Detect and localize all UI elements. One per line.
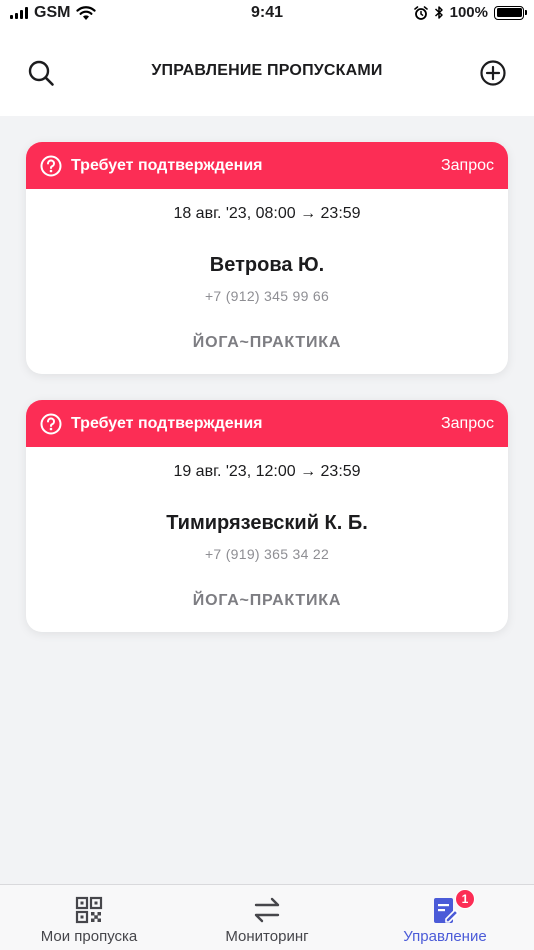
plus-circle-icon xyxy=(480,60,506,86)
person-name: Ветрова Ю. xyxy=(209,254,325,276)
tab-label: Мои пропуска xyxy=(40,928,138,945)
status-label: Требует подтверждения xyxy=(71,156,263,174)
battery-icon xyxy=(494,5,527,20)
nav-bar: УПРАВЛЕНИЕ ПРОПУСКАМИ xyxy=(0,40,534,104)
person-phone: +7 (919) 365 34 22 xyxy=(204,546,330,562)
notification-badge: 1 xyxy=(455,889,475,909)
top-area: GSM 9:41 100% УПРАВЛЕНИЕ ПРОПУСКАМИ xyxy=(0,0,534,116)
tab-label: Мониторинг xyxy=(225,928,309,945)
bluetooth-icon xyxy=(434,6,443,19)
pass-card[interactable]: Требует подтверждения Запрос 18 авг. '23… xyxy=(26,142,508,374)
tab-my-passes[interactable]: Мои пропуска xyxy=(0,885,178,950)
alarm-icon xyxy=(413,5,428,20)
status-label: Требует подтверждения xyxy=(71,414,263,432)
tab-management[interactable]: 1 Управление xyxy=(356,885,534,950)
place-name: ЙОГА~ПРАКТИКА xyxy=(192,334,342,351)
page-title: УПРАВЛЕНИЕ ПРОПУСКАМИ xyxy=(151,62,383,79)
status-bar: GSM 9:41 100% xyxy=(0,0,534,28)
qr-code-icon xyxy=(75,896,103,924)
tab-bar: Мои пропуска Мониторинг 1 Управление xyxy=(0,884,534,950)
card-header: Требует подтверждения Запрос xyxy=(26,400,508,447)
person-phone: +7 (912) 345 99 66 xyxy=(204,288,330,304)
add-pass-button[interactable] xyxy=(476,56,510,90)
battery-percent: 100% xyxy=(449,4,488,21)
request-type-label: Запрос xyxy=(440,414,494,432)
place-name: ЙОГА~ПРАКТИКА xyxy=(192,592,342,609)
pass-date: 19 авг. '23, 12:00 → 23:59 xyxy=(173,463,361,480)
tab-label: Управление xyxy=(403,928,487,945)
question-circle-icon xyxy=(40,413,62,434)
request-type-label: Запрос xyxy=(440,156,494,174)
question-circle-icon xyxy=(40,155,62,176)
pass-date: 18 авг. '23, 08:00 → 23:59 xyxy=(173,205,361,222)
person-name: Тимирязевский К. Б. xyxy=(166,512,368,534)
status-right: 100% xyxy=(413,4,527,21)
arrows-swap-icon xyxy=(254,897,280,923)
card-header: Требует подтверждения Запрос xyxy=(26,142,508,189)
tab-monitoring[interactable]: Мониторинг xyxy=(178,885,356,950)
pass-card[interactable]: Требует подтверждения Запрос 19 авг. '23… xyxy=(26,400,508,632)
